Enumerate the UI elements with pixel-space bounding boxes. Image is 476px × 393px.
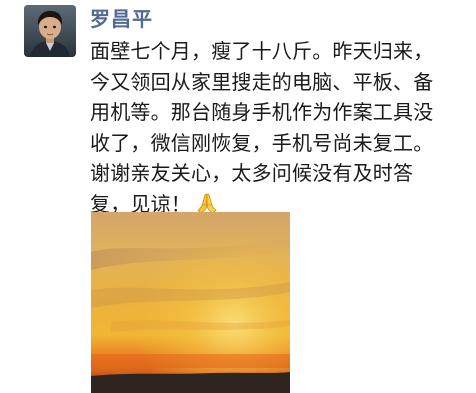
sunset-sky-image [91,212,290,393]
avatar-child-photo [24,5,76,57]
post-text: 面壁七个月，瘦了十八斤。昨天归来， 今又领回从家里搜走的电脑、平板、备 用机等。… [90,36,462,223]
post-text-line: 收了，微信刚恢复，手机号尚未复工。 [90,130,434,155]
post-text-line: 今又领回从家里搜走的电脑、平板、备 [90,69,434,94]
post-text-line: 用机等。那台随身手机作为作案工具没 [90,100,434,124]
post-text-line: 面壁七个月，瘦了十八斤。昨天归来， [90,39,434,63]
avatar[interactable] [24,5,76,57]
sunset-photo[interactable] [91,212,290,393]
author-name[interactable]: 罗昌平 [90,6,153,32]
post-text-line: 谢谢亲友关心，太多问候没有及时答 [90,161,414,185]
